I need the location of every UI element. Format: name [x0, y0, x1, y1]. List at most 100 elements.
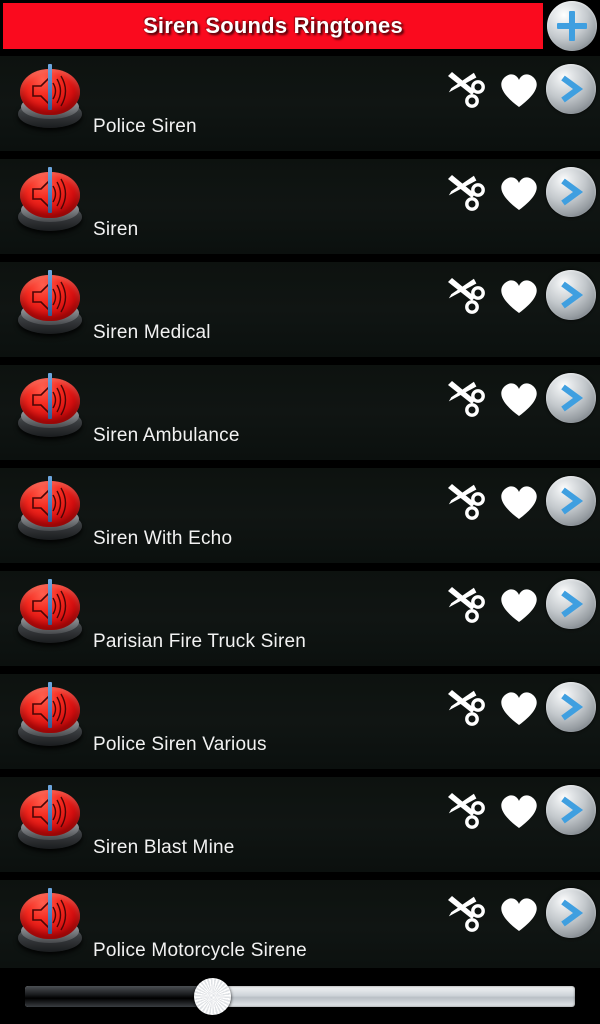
plus-icon-vertical — [569, 11, 575, 41]
list-item[interactable]: Siren With Echo — [0, 468, 600, 563]
list-item-actions — [442, 64, 596, 114]
open-button[interactable] — [546, 373, 596, 423]
chevron-right-icon — [561, 796, 584, 824]
list-item[interactable]: Siren Ambulance — [0, 365, 600, 460]
open-button[interactable] — [546, 270, 596, 320]
cut-button[interactable] — [442, 682, 492, 732]
play-button[interactable] — [16, 64, 84, 132]
play-button[interactable] — [16, 579, 84, 647]
list-item[interactable]: Police Siren Various — [0, 674, 600, 769]
list-item-actions — [442, 682, 596, 732]
list-item[interactable]: Police Siren — [0, 56, 600, 151]
ringtone-list[interactable]: Police Siren Siren Siren Medical Siren A… — [0, 56, 600, 968]
chevron-right-icon — [561, 281, 584, 309]
list-item-title: Siren Ambulance — [93, 425, 240, 446]
add-button[interactable] — [547, 1, 597, 51]
heart-icon — [501, 589, 537, 622]
scissors-icon — [448, 278, 485, 314]
cut-button[interactable] — [442, 64, 492, 114]
list-item[interactable]: Parisian Fire Truck Siren — [0, 571, 600, 666]
needle-icon — [48, 167, 52, 213]
list-item-title: Siren — [93, 219, 139, 240]
favorite-button[interactable] — [494, 579, 544, 629]
seek-thumb[interactable] — [193, 978, 231, 1015]
list-item-actions — [442, 785, 596, 835]
list-item-title: Siren Medical — [93, 322, 211, 343]
cut-button[interactable] — [442, 270, 492, 320]
scissors-icon — [448, 72, 485, 108]
scissors-icon — [448, 793, 485, 829]
heart-icon — [501, 383, 537, 416]
chevron-right-icon — [561, 487, 584, 515]
heart-icon — [501, 486, 537, 519]
favorite-button[interactable] — [494, 682, 544, 732]
open-button[interactable] — [546, 167, 596, 217]
list-item-title: Parisian Fire Truck Siren — [93, 631, 307, 652]
heart-icon — [501, 280, 537, 313]
list-item[interactable]: Siren Blast Mine — [0, 777, 600, 872]
seek-fill — [25, 986, 212, 1007]
list-item-actions — [442, 579, 596, 629]
list-item-title: Police Siren — [93, 116, 197, 137]
play-button[interactable] — [16, 888, 84, 956]
favorite-button[interactable] — [494, 476, 544, 526]
favorite-button[interactable] — [494, 888, 544, 938]
list-item-title: Police Siren Various — [93, 734, 267, 755]
chevron-right-icon — [561, 178, 584, 206]
cut-button[interactable] — [442, 476, 492, 526]
list-item-actions — [442, 476, 596, 526]
cut-button[interactable] — [442, 888, 492, 938]
play-button[interactable] — [16, 270, 84, 338]
list-item[interactable]: Siren — [0, 159, 600, 254]
needle-icon — [48, 64, 52, 110]
play-button[interactable] — [16, 476, 84, 544]
play-button[interactable] — [16, 682, 84, 750]
open-button[interactable] — [546, 476, 596, 526]
needle-icon — [48, 270, 52, 316]
favorite-button[interactable] — [494, 373, 544, 423]
open-button[interactable] — [546, 64, 596, 114]
scissors-icon — [448, 381, 485, 417]
seek-track[interactable] — [25, 986, 575, 1007]
list-item[interactable]: Police Motorcycle Sirene — [0, 880, 600, 968]
list-item-actions — [442, 270, 596, 320]
needle-icon — [48, 785, 52, 831]
favorite-button[interactable] — [494, 785, 544, 835]
list-item-actions — [442, 167, 596, 217]
page-title: Siren Sounds Ringtones — [143, 13, 403, 38]
player-seekbar-area — [0, 968, 600, 1024]
list-item-actions — [442, 888, 596, 938]
needle-icon — [48, 373, 52, 419]
play-button[interactable] — [16, 785, 84, 853]
open-button[interactable] — [546, 888, 596, 938]
scissors-icon — [448, 690, 485, 726]
scissors-icon — [448, 484, 485, 520]
needle-icon — [48, 476, 52, 522]
play-button[interactable] — [16, 167, 84, 235]
open-button[interactable] — [546, 682, 596, 732]
cut-button[interactable] — [442, 373, 492, 423]
play-button[interactable] — [16, 373, 84, 441]
list-item-title: Siren With Echo — [93, 528, 233, 549]
chevron-right-icon — [561, 384, 584, 412]
heart-icon — [501, 692, 537, 725]
needle-icon — [48, 888, 52, 934]
cut-button[interactable] — [442, 785, 492, 835]
open-button[interactable] — [546, 785, 596, 835]
needle-icon — [48, 579, 52, 625]
heart-icon — [501, 74, 537, 107]
chevron-right-icon — [561, 75, 584, 103]
favorite-button[interactable] — [494, 270, 544, 320]
cut-button[interactable] — [442, 167, 492, 217]
scissors-icon — [448, 587, 485, 623]
list-item-title: Siren Blast Mine — [93, 837, 235, 858]
favorite-button[interactable] — [494, 167, 544, 217]
list-item[interactable]: Siren Medical — [0, 262, 600, 357]
needle-icon — [48, 682, 52, 728]
chevron-right-icon — [561, 899, 584, 927]
open-button[interactable] — [546, 579, 596, 629]
scissors-icon — [448, 896, 485, 932]
cut-button[interactable] — [442, 579, 492, 629]
favorite-button[interactable] — [494, 64, 544, 114]
app-header: Siren Sounds Ringtones — [0, 0, 600, 52]
